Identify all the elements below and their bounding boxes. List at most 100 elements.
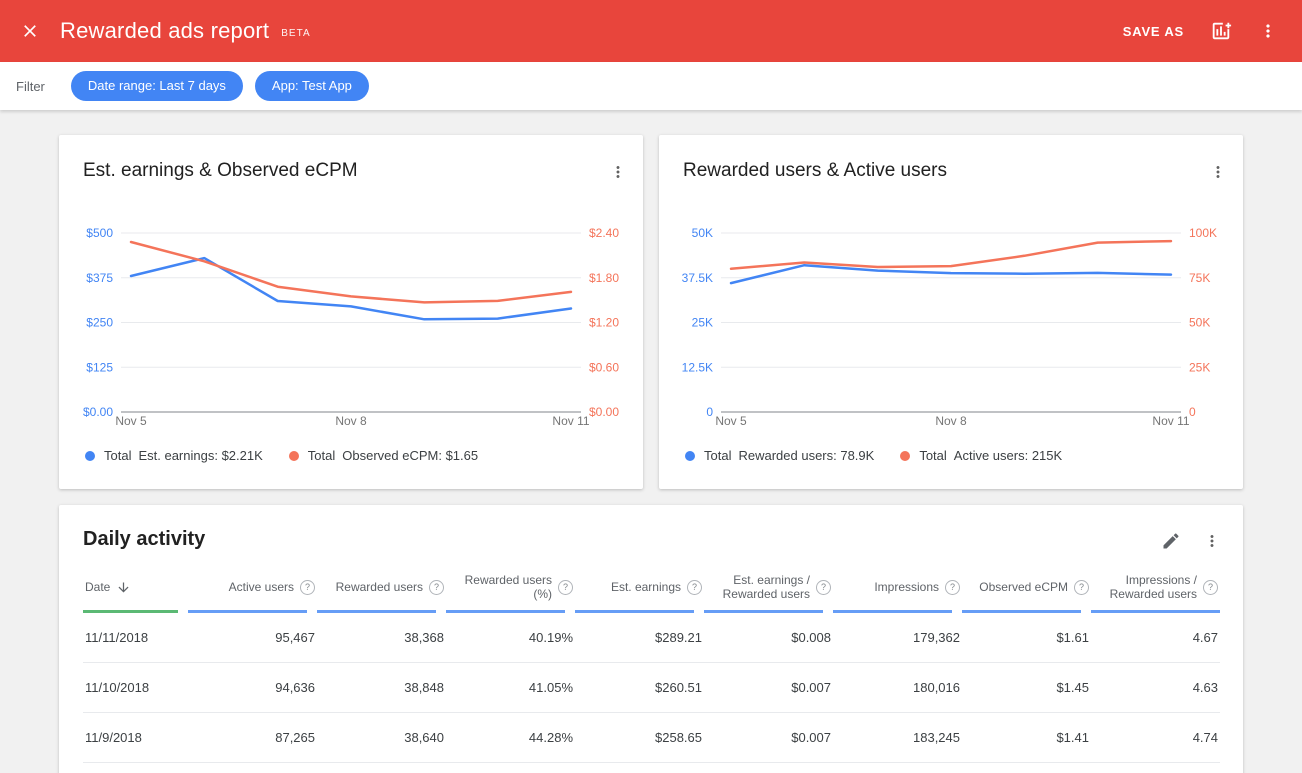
- column-header-3-rewarded-users[interactable]: Rewarded users (%)?: [446, 565, 575, 613]
- chart-more-button[interactable]: [1203, 157, 1233, 187]
- x-axis-tick-label: Nov 5: [715, 414, 747, 428]
- app-header: Rewarded ads report BETA SAVE AS: [0, 0, 1302, 62]
- help-icon[interactable]: ?: [1074, 580, 1089, 595]
- right-axis-tick-label: $2.40: [589, 226, 619, 240]
- daily-activity-card: Daily activity DateActive users?Rewarded…: [59, 505, 1243, 773]
- column-label: Observed eCPM: [979, 580, 1068, 594]
- help-icon[interactable]: ?: [816, 580, 831, 595]
- filter-chip[interactable]: Date range: Last 7 days: [71, 71, 243, 101]
- left-axis-tick-label: $125: [86, 360, 113, 374]
- column-header-0-date[interactable]: Date: [83, 565, 188, 613]
- table-cell: $260.51: [575, 663, 704, 713]
- header-more-button[interactable]: [1252, 15, 1284, 47]
- legend-label: Active users: 215K: [954, 448, 1062, 463]
- rewarded-ads-report-window: Rewarded ads report BETA SAVE AS Filter …: [0, 0, 1302, 773]
- legend-label: Est. earnings: $2.21K: [138, 448, 262, 463]
- table-cell: 94,636: [188, 663, 317, 713]
- right-axis-tick-label: $0.60: [589, 360, 619, 374]
- x-axis-tick-label: Nov 5: [115, 414, 147, 428]
- beta-badge: BETA: [281, 24, 310, 39]
- column-header-8-impressions-rewarded-users[interactable]: Impressions / Rewarded users?: [1091, 565, 1220, 613]
- legend-prefix: Total: [919, 448, 946, 463]
- close-icon: [20, 21, 40, 41]
- add-chart-button[interactable]: [1204, 14, 1238, 48]
- left-axis-tick-label: 25K: [692, 316, 713, 330]
- chart-card-header: Rewarded users & Active users: [659, 135, 1243, 197]
- chart-line-est-earnings: [131, 258, 571, 319]
- filter-chip[interactable]: App: Test App: [255, 71, 369, 101]
- rewarded-active-users-card: Rewarded users & Active users 50K100K37.…: [659, 135, 1243, 489]
- table-cell: 4.63: [1091, 663, 1220, 713]
- table-cell: [83, 763, 1220, 773]
- help-icon[interactable]: ?: [945, 580, 960, 595]
- column-underline: [188, 610, 307, 613]
- legend-label: Rewarded users: 78.9K: [738, 448, 874, 463]
- x-axis-tick-label: Nov 11: [1152, 414, 1189, 428]
- table-cell: $1.45: [962, 663, 1091, 713]
- help-icon[interactable]: ?: [429, 580, 444, 595]
- chart-title: Est. earnings & Observed eCPM: [83, 157, 358, 185]
- column-underline: [446, 610, 565, 613]
- add-chart-icon: [1210, 20, 1232, 42]
- column-header-6-impressions[interactable]: Impressions?: [833, 565, 962, 613]
- column-underline: [833, 610, 952, 613]
- right-axis-tick-label: $1.20: [589, 316, 619, 330]
- table-more-button[interactable]: [1197, 526, 1227, 556]
- chart-line-observed-ecpm: [131, 242, 571, 302]
- column-label: Rewarded users: [336, 580, 423, 594]
- table-cell: $0.007: [704, 713, 833, 763]
- chart-legend: Total Rewarded users: 78.9K Total Active us…: [659, 432, 1243, 463]
- table-card-header: Daily activity: [59, 505, 1243, 565]
- filter-label: Filter: [16, 79, 45, 94]
- table-cell: 38,640: [317, 713, 446, 763]
- table-cell: 11/10/2018: [83, 663, 188, 713]
- left-axis-tick-label: $500: [86, 226, 113, 240]
- table-cell: $0.007: [704, 663, 833, 713]
- column-label: Rewarded users (%): [448, 573, 552, 601]
- table-cell: 44.28%: [446, 713, 575, 763]
- table-cell: 183,245: [833, 713, 962, 763]
- page-title: Rewarded ads report: [60, 18, 269, 44]
- help-icon[interactable]: ?: [300, 580, 315, 595]
- help-icon[interactable]: ?: [558, 580, 573, 595]
- legend-item: TotalObserved eCPM: $1.65: [289, 448, 478, 463]
- table-cell: 95,467: [188, 613, 317, 663]
- column-header-1-active-users[interactable]: Active users?: [188, 565, 317, 613]
- x-axis-tick-label: Nov 8: [935, 414, 967, 428]
- left-axis-tick-label: 12.5K: [682, 360, 713, 374]
- est-earnings-ecpm-chart: $500$2.40$375$1.80$250$1.20$125$0.60$0.0…: [59, 197, 643, 432]
- x-axis-tick-label: Nov 8: [335, 414, 367, 428]
- table-row: 11/9/201887,26538,64044.28%$258.65$0.007…: [83, 713, 1220, 763]
- close-button[interactable]: [14, 15, 46, 47]
- column-label: Est. earnings: [611, 580, 681, 594]
- table-cell: $1.61: [962, 613, 1091, 663]
- chart-line-active-users: [731, 241, 1171, 269]
- chart-more-button[interactable]: [603, 157, 633, 187]
- table-cell: 4.67: [1091, 613, 1220, 663]
- right-axis-tick-label: 0: [1189, 405, 1196, 419]
- column-header-4-est-earnings[interactable]: Est. earnings?: [575, 565, 704, 613]
- table-cell: 38,368: [317, 613, 446, 663]
- help-icon[interactable]: ?: [1203, 580, 1218, 595]
- column-underline: [1091, 610, 1220, 613]
- save-as-button[interactable]: SAVE AS: [1117, 16, 1190, 47]
- column-label: Est. earnings / Rewarded users: [706, 573, 810, 601]
- column-underline: [83, 610, 178, 613]
- pencil-icon: [1161, 531, 1181, 551]
- table-cell: 38,848: [317, 663, 446, 713]
- chart-legend: TotalEst. earnings: $2.21KTotalObserved …: [59, 432, 643, 463]
- legend-prefix: Total: [704, 448, 731, 463]
- left-axis-tick-label: $0.00: [83, 405, 113, 419]
- left-axis-tick-label: 0: [706, 405, 713, 419]
- header-actions: SAVE AS: [1117, 14, 1284, 48]
- help-icon[interactable]: ?: [687, 580, 702, 595]
- column-header-5-est-earnings-rewarded-users[interactable]: Est. earnings / Rewarded users?: [704, 565, 833, 613]
- column-header-2-rewarded-users[interactable]: Rewarded users?: [317, 565, 446, 613]
- legend-item: Total Active users: 215K: [900, 448, 1062, 463]
- edit-columns-button[interactable]: [1155, 525, 1187, 557]
- table-cell: 87,265: [188, 713, 317, 763]
- legend-dot: [289, 451, 299, 461]
- column-header-7-observed-ecpm[interactable]: Observed eCPM?: [962, 565, 1091, 613]
- table-cell: $258.65: [575, 713, 704, 763]
- legend-dot: [85, 451, 95, 461]
